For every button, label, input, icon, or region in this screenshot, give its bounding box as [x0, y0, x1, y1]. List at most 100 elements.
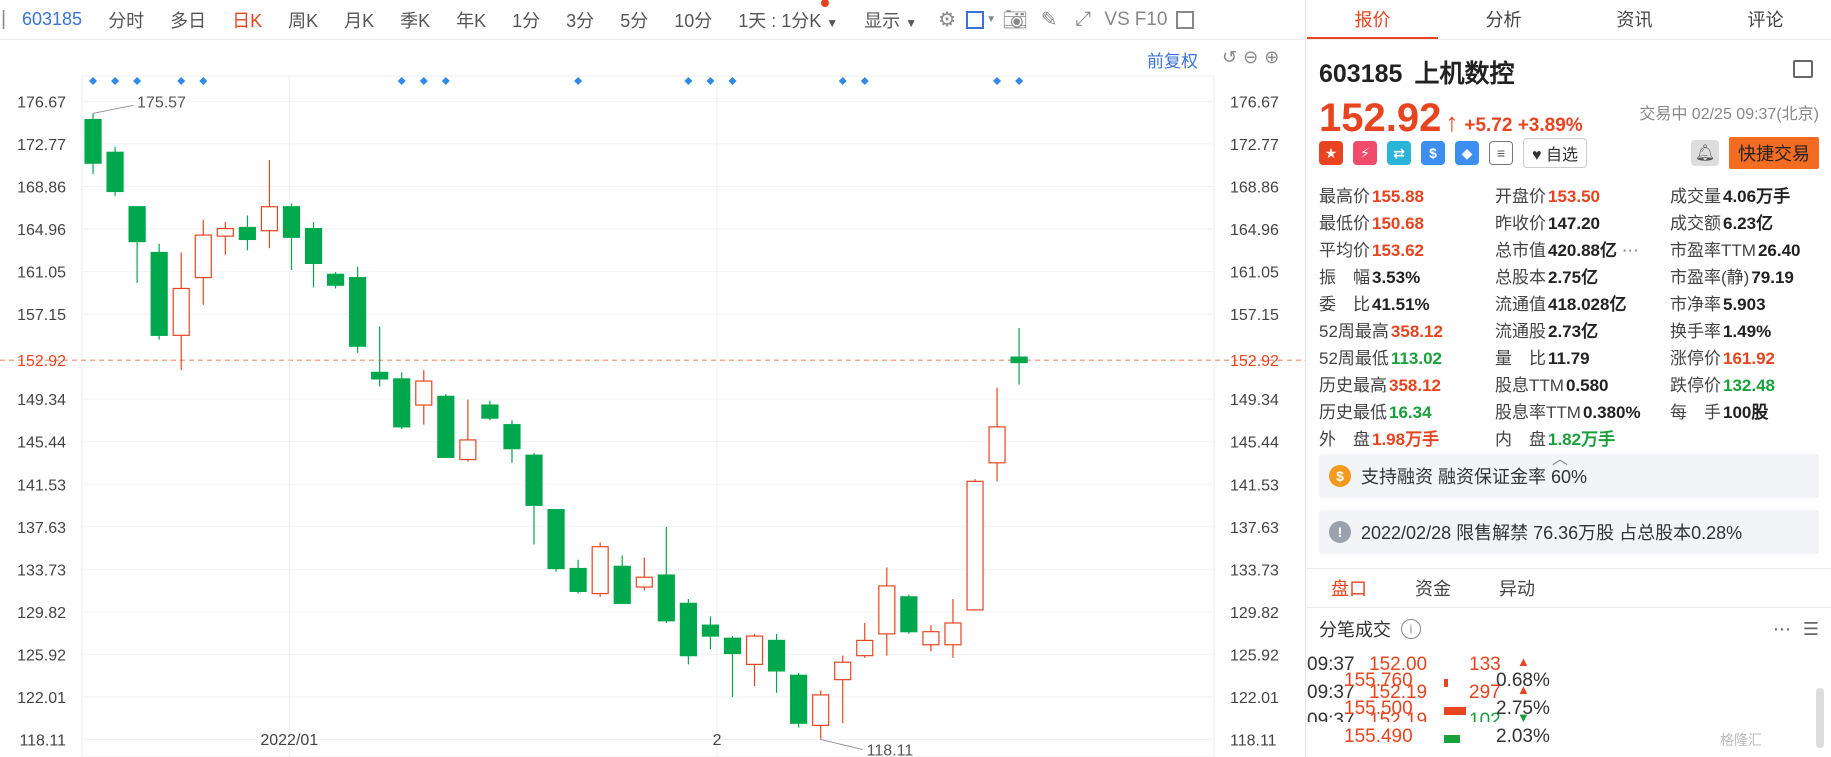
y-tick-label: 125.92	[1230, 647, 1279, 664]
tab-alerts[interactable]: 异动	[1475, 569, 1559, 607]
add-watchlist-button[interactable]: ♥ 自选	[1523, 138, 1587, 168]
add-watchlist-label: 自选	[1545, 147, 1578, 164]
stat-label: 市净率	[1670, 295, 1721, 314]
event-marker	[397, 77, 406, 85]
book-price: 155.500	[1344, 698, 1413, 719]
tab-3min[interactable]: 3分	[553, 7, 607, 33]
unlock-notice[interactable]: ! 2022/02/28 限售解禁 76.36万股 占总股本0.28%	[1319, 510, 1819, 554]
shuffle-icon[interactable]: ⇄	[1387, 141, 1411, 165]
y-tick-label: 152.92	[1230, 353, 1279, 370]
candle-body	[944, 622, 962, 646]
stat-item: 历史最高 358.12	[1319, 371, 1495, 395]
stat-value: 2.73亿	[1548, 322, 1599, 341]
stock-code-link[interactable]: 603185	[18, 9, 95, 30]
tab-news[interactable]: 资讯	[1569, 0, 1700, 39]
y-tick-label: 145.44	[17, 435, 66, 452]
tab-multi-day[interactable]: 多日	[157, 7, 219, 33]
more-icon[interactable]: ⋯	[1617, 241, 1639, 260]
note-icon[interactable]: ≡	[1489, 141, 1513, 165]
y-tick-label: 164.96	[1230, 222, 1279, 239]
stat-item: 52周最高 358.12	[1319, 317, 1495, 341]
y-tick-label: 133.73	[1230, 562, 1279, 579]
tab-analysis[interactable]: 分析	[1438, 0, 1569, 39]
event-marker	[177, 77, 186, 85]
candle-body	[128, 206, 146, 243]
margin-notice[interactable]: $ 支持融资 融资保证金率 60%	[1319, 454, 1819, 498]
list-icon[interactable]: ☰	[1803, 619, 1819, 640]
x-tick-label: 2022/01	[260, 732, 318, 749]
tab-daily-k[interactable]: 日K	[219, 7, 275, 33]
tag-icon[interactable]: ◆	[1455, 141, 1479, 165]
stat-label: 股息TTM	[1495, 376, 1564, 395]
kline-chart[interactable]: 176.67 172.77 168.86 164.96 161.05 157.15 152.…	[0, 40, 1306, 757]
fullscreen-icon[interactable]: ⤢	[1066, 3, 1100, 37]
gear-icon[interactable]: ⚙	[930, 3, 964, 37]
y-tick-label: 152.92	[17, 353, 66, 370]
tab-yearly-k[interactable]: 年K	[443, 7, 499, 33]
y-tick-label: 129.82	[17, 605, 66, 622]
y-tick-label: 122.01	[1230, 690, 1279, 707]
candle-body	[304, 227, 323, 265]
quick-trade-button[interactable]: 快捷交易	[1729, 137, 1819, 169]
candle-body	[834, 661, 852, 681]
tab-fund-flow[interactable]: 资金	[1391, 569, 1475, 607]
scrollbar[interactable]	[1816, 688, 1824, 748]
vs-compare-button[interactable]: VS	[1100, 3, 1134, 37]
tab-1min[interactable]: 1分	[499, 7, 553, 33]
app-root: ▏ 603185 分时 多日 日K 周K 月K 季K 年K 1分 3分 5分 1…	[0, 0, 1831, 757]
candle-body	[194, 234, 212, 279]
stat-label: 历史最低	[1319, 403, 1387, 422]
stat-label: 52周最高	[1319, 322, 1389, 341]
candle-body	[349, 276, 367, 347]
chevron-up-icon[interactable]: ︿	[1552, 445, 1568, 469]
tab-intraday[interactable]: 分时	[95, 7, 157, 33]
stat-label: 市盈率(静)	[1670, 268, 1750, 287]
tab-10min[interactable]: 10分	[661, 7, 725, 33]
candle-body	[415, 380, 433, 406]
stat-label: 每 手	[1670, 403, 1721, 422]
f10-button[interactable]: F10	[1134, 3, 1168, 37]
pencil-icon[interactable]: ✎	[1032, 3, 1066, 37]
y-tick-label: 161.05	[17, 265, 66, 282]
candle-body	[900, 596, 918, 633]
tab-quote[interactable]: 报价	[1307, 0, 1438, 39]
event-marker	[574, 77, 583, 85]
camera-icon[interactable]: 📷︎	[998, 3, 1032, 37]
sidebar-toggle-icon[interactable]: ▏	[0, 3, 18, 37]
chevron-down-icon: ▼	[986, 14, 997, 25]
color-square-icon[interactable]: ▼	[964, 3, 998, 37]
margin-icon[interactable]: ⚡	[1353, 141, 1377, 165]
stat-label: 成交量	[1670, 187, 1721, 206]
candle-body	[966, 480, 984, 611]
stat-item: 涨停价 161.92	[1670, 344, 1820, 368]
bell-icon[interactable]: 🔔︎	[1691, 140, 1719, 166]
tab-order-book[interactable]: 盘口	[1307, 569, 1391, 607]
candles	[84, 113, 1028, 740]
y-tick-label: 141.53	[17, 477, 66, 494]
stat-value: 5.903	[1723, 295, 1766, 314]
candle-body	[371, 371, 389, 380]
stat-item: 历史最低 16.34	[1319, 398, 1495, 422]
book-percent: 0.68%	[1496, 670, 1550, 691]
candle-body	[150, 251, 168, 336]
stat-label: 成交额	[1670, 214, 1721, 233]
interval-select[interactable]: 1天 : 1分K ▼	[725, 0, 851, 33]
book-percent: 2.75%	[1496, 698, 1550, 719]
tab-comments[interactable]: 评论	[1700, 0, 1831, 39]
stat-value: 147.20	[1548, 214, 1600, 233]
market-sub-tabs: 盘口 资金 异动	[1307, 568, 1831, 608]
dollar-icon[interactable]: $	[1421, 141, 1445, 165]
tab-5min[interactable]: 5分	[607, 7, 661, 33]
tab-quarterly-k[interactable]: 季K	[387, 7, 443, 33]
candle-body	[547, 509, 565, 570]
panel-toggle-icon[interactable]	[1168, 3, 1202, 37]
event-markers	[89, 77, 1024, 85]
info-icon[interactable]: i	[1401, 619, 1421, 639]
more-icon[interactable]: ⋯	[1773, 619, 1791, 640]
tab-weekly-k[interactable]: 周K	[275, 7, 331, 33]
candle-body	[238, 226, 256, 241]
menu-icon[interactable]	[1793, 60, 1813, 78]
tab-monthly-k[interactable]: 月K	[331, 7, 387, 33]
display-select[interactable]: 显示 ▼	[851, 7, 930, 33]
stat-value: 41.51%	[1372, 295, 1430, 314]
